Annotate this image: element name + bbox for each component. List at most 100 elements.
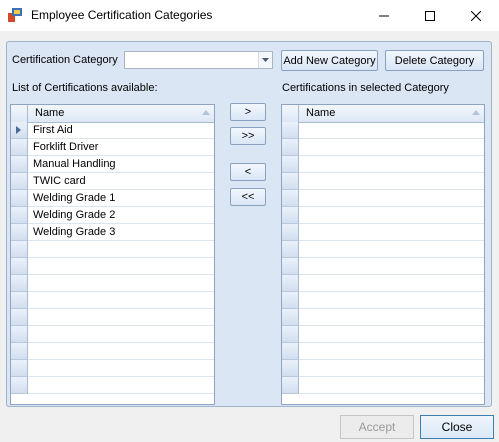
grid-header: Name bbox=[11, 105, 214, 123]
row-selector[interactable] bbox=[11, 343, 28, 360]
grid-header: Name bbox=[282, 105, 484, 123]
combo-dropdown-button[interactable] bbox=[258, 52, 272, 68]
chevron-down-icon bbox=[262, 58, 269, 62]
empty-row[interactable] bbox=[282, 360, 484, 377]
selected-certifications-grid[interactable]: Name bbox=[281, 104, 485, 405]
empty-row[interactable] bbox=[282, 139, 484, 156]
certification-name: Welding Grade 3 bbox=[33, 226, 116, 238]
row-selector[interactable] bbox=[282, 173, 299, 190]
empty-row[interactable] bbox=[11, 258, 214, 275]
empty-row[interactable] bbox=[282, 122, 484, 139]
table-row[interactable]: Welding Grade 2 bbox=[11, 207, 214, 224]
minimize-button[interactable] bbox=[361, 0, 407, 31]
window-title: Employee Certification Categories bbox=[31, 8, 213, 22]
empty-row[interactable] bbox=[11, 275, 214, 292]
table-row[interactable]: TWIC card bbox=[11, 173, 214, 190]
minimize-icon bbox=[379, 15, 389, 16]
empty-row[interactable] bbox=[282, 173, 484, 190]
certification-name: TWIC card bbox=[33, 175, 86, 187]
available-certifications-grid[interactable]: Name First Aid Forklift Driver Manual Hand… bbox=[10, 104, 215, 405]
empty-row[interactable] bbox=[11, 292, 214, 309]
accept-button[interactable]: Accept bbox=[340, 415, 414, 439]
row-selector[interactable] bbox=[282, 207, 299, 224]
row-selector[interactable] bbox=[11, 139, 28, 156]
empty-row[interactable] bbox=[282, 156, 484, 173]
close-button[interactable]: Close bbox=[420, 415, 494, 439]
row-selector[interactable] bbox=[282, 292, 299, 309]
row-selector[interactable] bbox=[282, 275, 299, 292]
row-selector[interactable] bbox=[282, 241, 299, 258]
empty-row[interactable] bbox=[11, 326, 214, 343]
row-selector[interactable] bbox=[11, 360, 28, 377]
empty-row[interactable] bbox=[11, 309, 214, 326]
category-label: Certification Category bbox=[12, 54, 118, 66]
row-selector[interactable] bbox=[282, 309, 299, 326]
row-selector[interactable] bbox=[11, 190, 28, 207]
row-selector[interactable] bbox=[11, 292, 28, 309]
row-selector[interactable] bbox=[11, 122, 28, 139]
remove-all-button[interactable]: << bbox=[230, 188, 266, 206]
empty-row[interactable] bbox=[282, 343, 484, 360]
empty-row[interactable] bbox=[11, 360, 214, 377]
certification-name: First Aid bbox=[33, 124, 73, 136]
maximize-button[interactable] bbox=[407, 0, 453, 31]
row-selector[interactable] bbox=[11, 224, 28, 241]
add-category-button[interactable]: Add New Category bbox=[281, 50, 378, 71]
certification-name: Manual Handling bbox=[33, 158, 116, 170]
empty-row[interactable] bbox=[282, 309, 484, 326]
row-selector[interactable] bbox=[282, 139, 299, 156]
row-selector[interactable] bbox=[11, 241, 28, 258]
row-selector[interactable] bbox=[282, 122, 299, 139]
empty-row[interactable] bbox=[11, 241, 214, 258]
table-row[interactable]: Welding Grade 1 bbox=[11, 190, 214, 207]
category-combobox[interactable] bbox=[124, 51, 273, 69]
selected-list-label: Certifications in selected Category bbox=[282, 82, 449, 94]
current-row-icon bbox=[16, 126, 21, 134]
sort-arrow-icon bbox=[472, 110, 480, 115]
add-one-button[interactable]: > bbox=[230, 103, 266, 121]
available-list-label: List of Certifications available: bbox=[12, 82, 158, 94]
row-selector[interactable] bbox=[11, 207, 28, 224]
row-selector[interactable] bbox=[282, 156, 299, 173]
row-selector[interactable] bbox=[11, 377, 28, 394]
row-selector[interactable] bbox=[282, 343, 299, 360]
row-selector[interactable] bbox=[282, 360, 299, 377]
close-window-button[interactable] bbox=[453, 0, 499, 31]
certification-name: Welding Grade 1 bbox=[33, 192, 116, 204]
row-selector[interactable] bbox=[282, 326, 299, 343]
table-row[interactable]: Welding Grade 3 bbox=[11, 224, 214, 241]
certification-name: Forklift Driver bbox=[33, 141, 99, 153]
row-selector[interactable] bbox=[11, 258, 28, 275]
row-selector[interactable] bbox=[282, 224, 299, 241]
empty-row[interactable] bbox=[282, 275, 484, 292]
empty-row[interactable] bbox=[282, 326, 484, 343]
empty-row[interactable] bbox=[282, 241, 484, 258]
empty-row[interactable] bbox=[282, 292, 484, 309]
add-all-button[interactable]: >> bbox=[230, 127, 266, 145]
empty-row[interactable] bbox=[282, 377, 484, 394]
table-row[interactable]: First Aid bbox=[11, 122, 214, 139]
row-selector[interactable] bbox=[11, 173, 28, 190]
empty-row[interactable] bbox=[282, 258, 484, 275]
row-selector[interactable] bbox=[282, 258, 299, 275]
delete-category-button[interactable]: Delete Category bbox=[385, 50, 484, 71]
row-selector[interactable] bbox=[282, 377, 299, 394]
empty-row[interactable] bbox=[282, 190, 484, 207]
empty-row[interactable] bbox=[11, 377, 214, 394]
row-selector[interactable] bbox=[11, 309, 28, 326]
remove-one-button[interactable]: < bbox=[230, 163, 266, 181]
column-header-name[interactable]: Name bbox=[35, 107, 64, 119]
column-header-name[interactable]: Name bbox=[306, 107, 335, 119]
empty-row[interactable] bbox=[282, 224, 484, 241]
row-selector[interactable] bbox=[11, 326, 28, 343]
empty-row[interactable] bbox=[11, 343, 214, 360]
table-row[interactable]: Forklift Driver bbox=[11, 139, 214, 156]
row-selector[interactable] bbox=[11, 275, 28, 292]
empty-row[interactable] bbox=[282, 207, 484, 224]
row-selector[interactable] bbox=[282, 190, 299, 207]
row-selector[interactable] bbox=[11, 156, 28, 173]
table-row[interactable]: Manual Handling bbox=[11, 156, 214, 173]
header-selector bbox=[11, 105, 28, 122]
certification-name: Welding Grade 2 bbox=[33, 209, 116, 221]
app-icon bbox=[8, 8, 22, 22]
